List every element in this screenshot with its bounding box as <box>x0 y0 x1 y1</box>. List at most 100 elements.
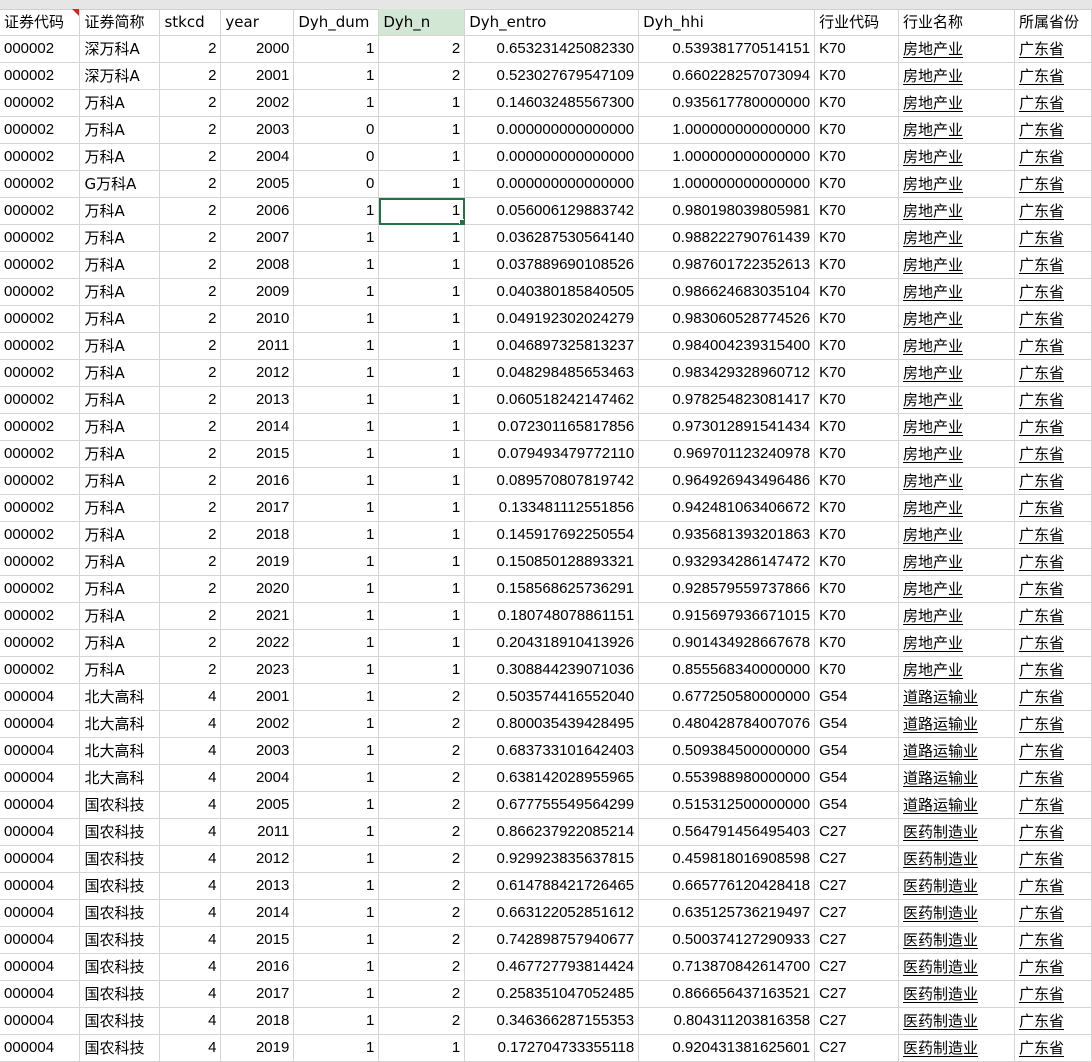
cell-industry-name[interactable]: 医药制造业 <box>898 818 1015 846</box>
cell-sec-name[interactable]: 万科A <box>79 332 161 360</box>
cell-industry-code[interactable]: K70 <box>814 35 900 63</box>
cell-year[interactable]: 2008 <box>220 251 295 279</box>
cell-dyh-n[interactable]: 2 <box>378 62 466 90</box>
cell-dyh-hhi[interactable]: 0.980198039805981 <box>638 197 816 225</box>
cell-year[interactable]: 2019 <box>220 1034 295 1062</box>
cell-dyh-dum[interactable]: 1 <box>293 791 380 819</box>
header-cell-province[interactable]: 所属省份 <box>1014 9 1092 36</box>
cell-dyh-dum[interactable]: 1 <box>293 521 380 549</box>
cell-industry-code[interactable]: K70 <box>814 62 900 90</box>
cell-industry-name[interactable]: 房地产业 <box>898 494 1015 522</box>
cell-dyh-entro[interactable]: 0.800035439428495 <box>464 710 640 738</box>
cell-dyh-n[interactable]: 2 <box>378 683 466 711</box>
cell-year[interactable]: 2004 <box>220 764 295 792</box>
cell-industry-code[interactable]: C27 <box>814 953 900 981</box>
cell-stkcd[interactable]: 4 <box>159 1034 222 1062</box>
cell-sec-name[interactable]: 北大高科 <box>79 683 161 711</box>
cell-stkcd[interactable]: 2 <box>159 224 222 252</box>
cell-sec-name[interactable]: 万科A <box>79 278 161 306</box>
cell-dyh-hhi[interactable]: 0.901434928667678 <box>638 629 816 657</box>
cell-dyh-hhi[interactable]: 0.986624683035104 <box>638 278 816 306</box>
cell-province[interactable]: 广东省 <box>1014 35 1092 63</box>
cell-industry-code[interactable]: K70 <box>814 386 900 414</box>
cell-dyh-entro[interactable]: 0.048298485653463 <box>464 359 640 387</box>
cell-stkcd[interactable]: 4 <box>159 818 222 846</box>
cell-sec-code[interactable]: 000002 <box>0 278 81 306</box>
cell-sec-name[interactable]: 国农科技 <box>79 1034 161 1062</box>
cell-dyh-n[interactable]: 1 <box>378 413 466 441</box>
cell-dyh-dum[interactable]: 1 <box>293 386 380 414</box>
cell-stkcd[interactable]: 4 <box>159 980 222 1008</box>
cell-industry-name[interactable]: 房地产业 <box>898 62 1015 90</box>
cell-industry-code[interactable]: K70 <box>814 575 900 603</box>
cell-industry-code[interactable]: K70 <box>814 656 900 684</box>
cell-sec-code[interactable]: 000004 <box>0 683 81 711</box>
cell-province[interactable]: 广东省 <box>1014 575 1092 603</box>
cell-dyh-entro[interactable]: 0.158568625736291 <box>464 575 640 603</box>
cell-province[interactable]: 广东省 <box>1014 899 1092 927</box>
cell-province[interactable]: 广东省 <box>1014 89 1092 117</box>
cell-dyh-dum[interactable]: 1 <box>293 899 380 927</box>
cell-sec-name[interactable]: 国农科技 <box>79 899 161 927</box>
cell-dyh-entro[interactable]: 0.866237922085214 <box>464 818 640 846</box>
cell-dyh-dum[interactable]: 1 <box>293 818 380 846</box>
cell-dyh-dum[interactable]: 0 <box>293 116 380 144</box>
cell-dyh-dum[interactable]: 1 <box>293 89 380 117</box>
cell-province[interactable]: 广东省 <box>1014 818 1092 846</box>
cell-year[interactable]: 2002 <box>220 89 295 117</box>
cell-dyh-dum[interactable]: 1 <box>293 278 380 306</box>
header-cell-sec-code[interactable]: 证券代码 <box>0 9 81 36</box>
cell-sec-name[interactable]: 国农科技 <box>79 818 161 846</box>
cell-province[interactable]: 广东省 <box>1014 521 1092 549</box>
cell-industry-code[interactable]: G54 <box>814 764 900 792</box>
cell-year[interactable]: 2006 <box>220 197 295 225</box>
cell-stkcd[interactable]: 2 <box>159 440 222 468</box>
cell-stkcd[interactable]: 4 <box>159 872 222 900</box>
cell-sec-name[interactable]: 万科A <box>79 656 161 684</box>
cell-sec-name[interactable]: 深万科A <box>79 35 161 63</box>
cell-dyh-entro[interactable]: 0.683733101642403 <box>464 737 640 765</box>
cell-industry-code[interactable]: K70 <box>814 305 900 333</box>
cell-year[interactable]: 2011 <box>220 818 295 846</box>
cell-dyh-n[interactable]: 1 <box>378 305 466 333</box>
cell-stkcd[interactable]: 2 <box>159 494 222 522</box>
cell-dyh-n[interactable]: 1 <box>378 197 466 225</box>
cell-dyh-hhi[interactable]: 0.515312500000000 <box>638 791 816 819</box>
cell-industry-name[interactable]: 房地产业 <box>898 440 1015 468</box>
cell-sec-name[interactable]: 万科A <box>79 413 161 441</box>
cell-sec-code[interactable]: 000004 <box>0 926 81 954</box>
cell-sec-name[interactable]: 万科A <box>79 224 161 252</box>
cell-industry-code[interactable]: K70 <box>814 521 900 549</box>
cell-sec-code[interactable]: 000004 <box>0 818 81 846</box>
cell-dyh-n[interactable]: 1 <box>378 629 466 657</box>
cell-stkcd[interactable]: 4 <box>159 791 222 819</box>
cell-dyh-dum[interactable]: 1 <box>293 710 380 738</box>
cell-industry-name[interactable]: 房地产业 <box>898 629 1015 657</box>
cell-province[interactable]: 广东省 <box>1014 764 1092 792</box>
cell-dyh-entro[interactable]: 0.677755549564299 <box>464 791 640 819</box>
cell-sec-name[interactable]: 北大高科 <box>79 764 161 792</box>
cell-province[interactable]: 广东省 <box>1014 413 1092 441</box>
cell-dyh-hhi[interactable]: 0.964926943496486 <box>638 467 816 495</box>
cell-dyh-dum[interactable]: 1 <box>293 494 380 522</box>
cell-dyh-dum[interactable]: 1 <box>293 467 380 495</box>
cell-sec-code[interactable]: 000002 <box>0 602 81 630</box>
cell-sec-code[interactable]: 000002 <box>0 656 81 684</box>
header-cell-stkcd[interactable]: stkcd <box>159 9 222 36</box>
cell-year[interactable]: 2009 <box>220 278 295 306</box>
cell-dyh-n[interactable]: 1 <box>378 494 466 522</box>
cell-dyh-entro[interactable]: 0.037889690108526 <box>464 251 640 279</box>
cell-year[interactable]: 2005 <box>220 791 295 819</box>
cell-dyh-entro[interactable]: 0.049192302024279 <box>464 305 640 333</box>
cell-industry-code[interactable]: C27 <box>814 872 900 900</box>
cell-stkcd[interactable]: 4 <box>159 1007 222 1035</box>
cell-industry-code[interactable]: K70 <box>814 467 900 495</box>
cell-dyh-dum[interactable]: 0 <box>293 143 380 171</box>
cell-stkcd[interactable]: 2 <box>159 278 222 306</box>
cell-dyh-n[interactable]: 1 <box>378 332 466 360</box>
cell-industry-name[interactable]: 房地产业 <box>898 224 1015 252</box>
cell-year[interactable]: 2018 <box>220 521 295 549</box>
cell-dyh-hhi[interactable]: 0.969701123240978 <box>638 440 816 468</box>
cell-year[interactable]: 2015 <box>220 926 295 954</box>
cell-industry-name[interactable]: 医药制造业 <box>898 1034 1015 1062</box>
